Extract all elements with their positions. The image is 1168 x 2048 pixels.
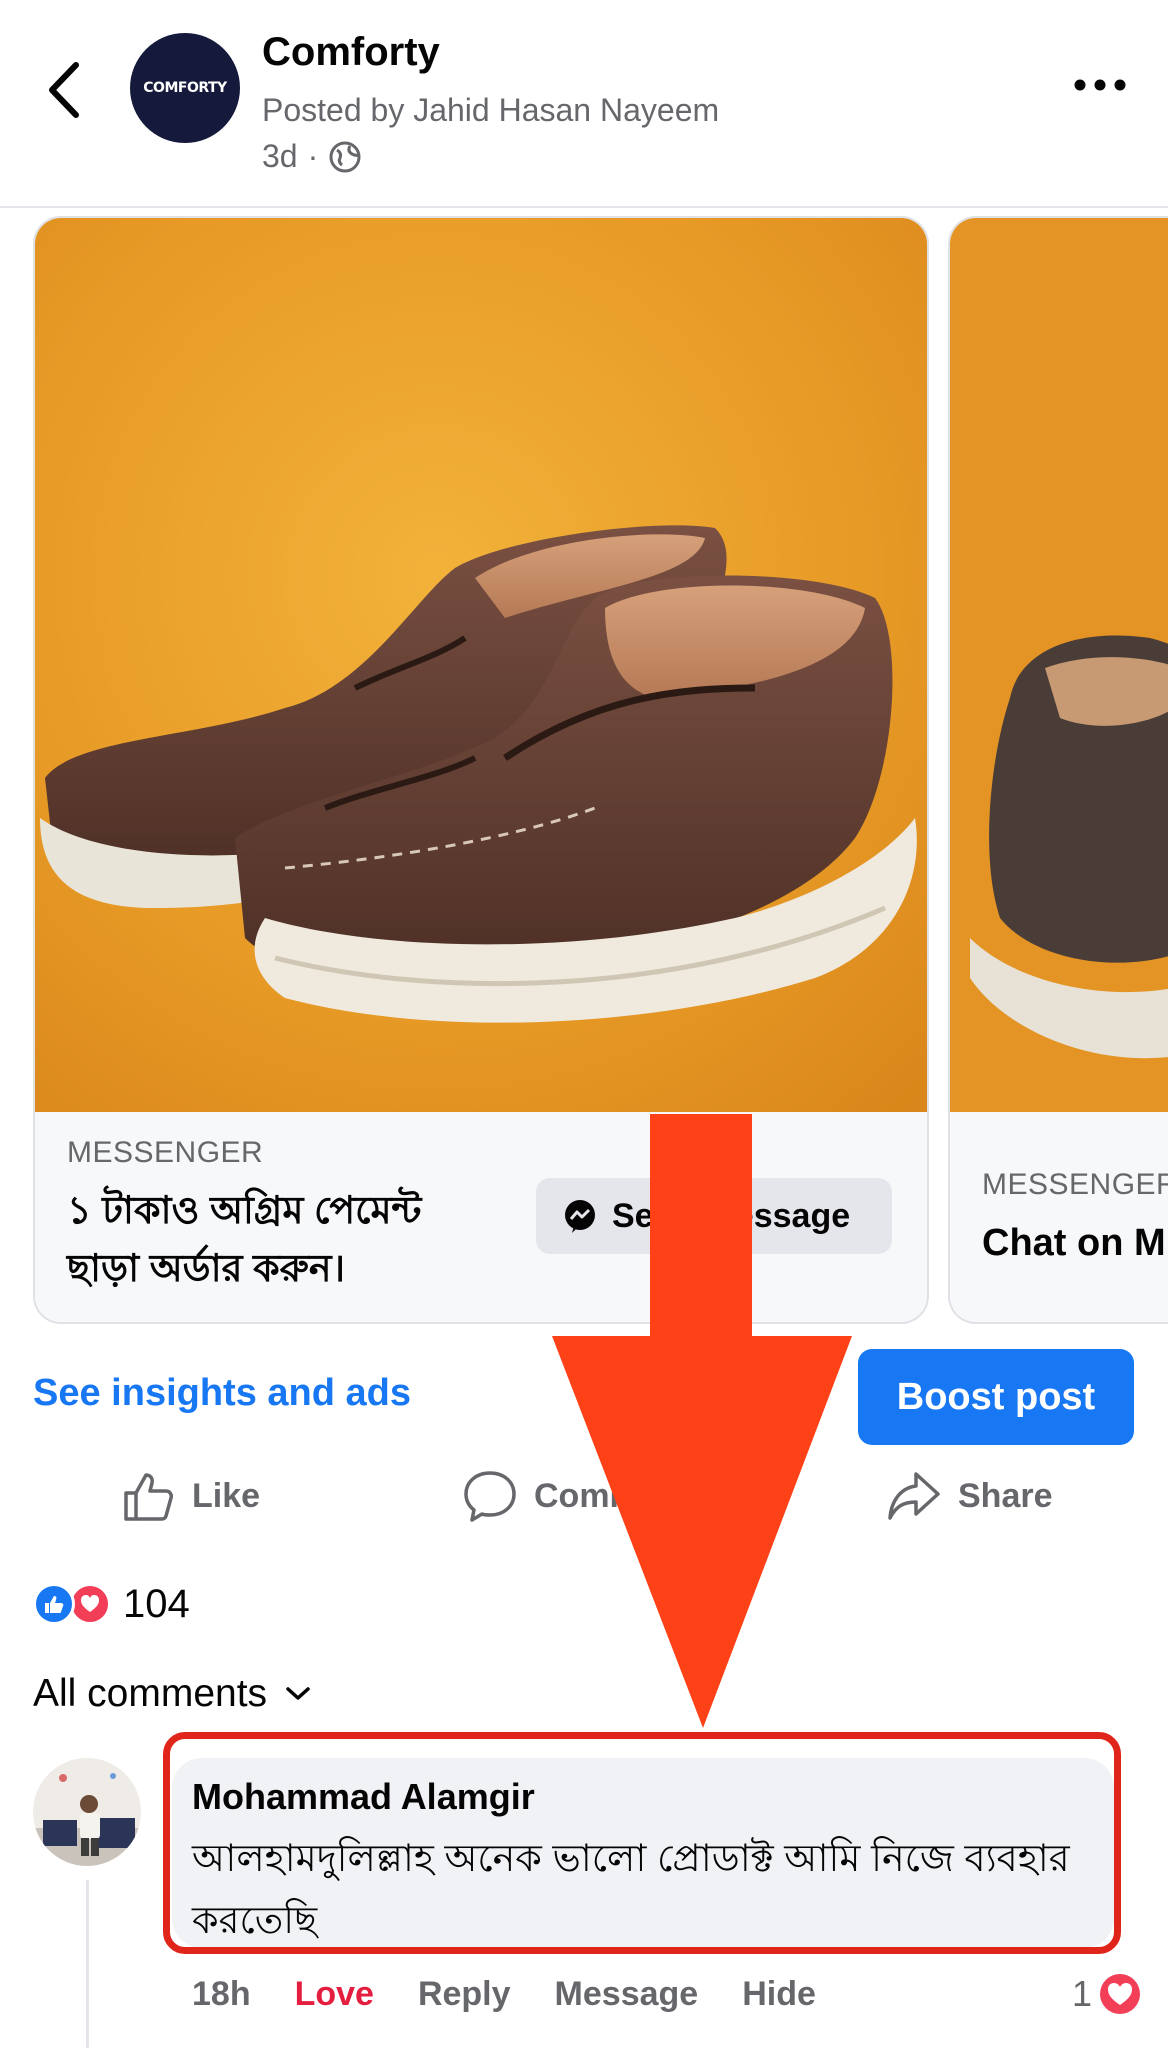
love-action-button[interactable]: Love [295, 1975, 374, 2014]
page-avatar[interactable]: COMFORTY [130, 33, 240, 143]
posted-by-label: Posted by Jahid Hasan Nayeem [262, 92, 720, 128]
product-image-loafer[interactable] [35, 218, 927, 1112]
comment-reaction-count: 1 [1072, 1973, 1093, 2014]
reaction-count: 104 [123, 1581, 190, 1626]
post-meta: 3d · [262, 138, 362, 175]
carousel-card-1[interactable]: MESSENGER ১ টাকাও অগ্রিম পেমেন্ট ছাড়া অ… [33, 216, 929, 1324]
like-label: Like [192, 1476, 261, 1515]
like-reaction-icon [33, 1583, 75, 1625]
shoe-illustration [35, 218, 927, 1112]
page-name[interactable]: Comforty [262, 30, 440, 75]
share-button[interactable]: Share [886, 1463, 1053, 1529]
comment-time: 18h [192, 1975, 251, 2013]
hide-button[interactable]: Hide [742, 1975, 816, 2014]
thread-line [86, 1880, 89, 2048]
more-options-button[interactable] [1070, 70, 1130, 100]
globe-icon [329, 141, 361, 172]
card-headline-2: Chat on M [982, 1222, 1166, 1264]
shoe-illustration-2 [950, 218, 1168, 1112]
chevron-left-icon [49, 62, 79, 118]
messenger-icon [565, 1200, 595, 1233]
commenter-photo [33, 1758, 141, 1866]
comment-reaction-summary[interactable]: 1 [1072, 1972, 1142, 2016]
meta-separator: · [307, 138, 319, 174]
comment-bubble-icon [464, 1471, 516, 1522]
annotation-highlight-box [163, 1732, 1121, 1954]
share-arrow-icon [888, 1472, 940, 1520]
commenter-avatar[interactable] [33, 1758, 141, 1866]
carousel-card-2[interactable]: MESSENGER Chat on M [948, 216, 1168, 1324]
post-header: COMFORTY Comforty Posted by Jahid Hasan … [0, 0, 1168, 208]
more-dots-icon [1074, 79, 1126, 91]
comments-filter-dropdown[interactable]: All comments [33, 1672, 311, 1716]
product-image-loafer-2[interactable] [950, 218, 1168, 1112]
love-reaction-icon-small [1100, 1974, 1141, 2014]
boost-post-button[interactable]: Boost post [858, 1349, 1134, 1445]
like-button[interactable]: Like [122, 1463, 260, 1529]
send-message-button[interactable]: Send message [536, 1178, 892, 1254]
love-reaction-icon [69, 1583, 111, 1625]
send-message-label: Send message [612, 1196, 851, 1235]
share-label: Share [958, 1476, 1053, 1515]
see-insights-link[interactable]: See insights and ads [33, 1372, 411, 1415]
comment-actions: 18h Love Reply Message Hide [192, 1975, 816, 2014]
post-time: 3d [262, 138, 298, 174]
comments-filter-label: All comments [33, 1672, 268, 1715]
card-headline: ১ টাকাও অগ্রিম পেমেন্ট ছাড়া অর্ডার করুন… [67, 1190, 422, 1290]
cta-type-label: MESSENGER [67, 1136, 264, 1169]
reply-button[interactable]: Reply [418, 1975, 511, 2014]
message-button[interactable]: Message [555, 1975, 699, 2014]
comment-label: Comment [534, 1476, 691, 1515]
cta-type-label-2: MESSENGER [982, 1168, 1168, 1201]
back-button[interactable] [40, 55, 90, 125]
reaction-summary[interactable]: 104 [33, 1581, 190, 1626]
page-logo-text: COMFORTY [143, 80, 227, 96]
thumbs-up-icon [124, 1473, 173, 1521]
comment-button[interactable]: Comment [462, 1463, 691, 1529]
chevron-down-icon [286, 1687, 310, 1700]
